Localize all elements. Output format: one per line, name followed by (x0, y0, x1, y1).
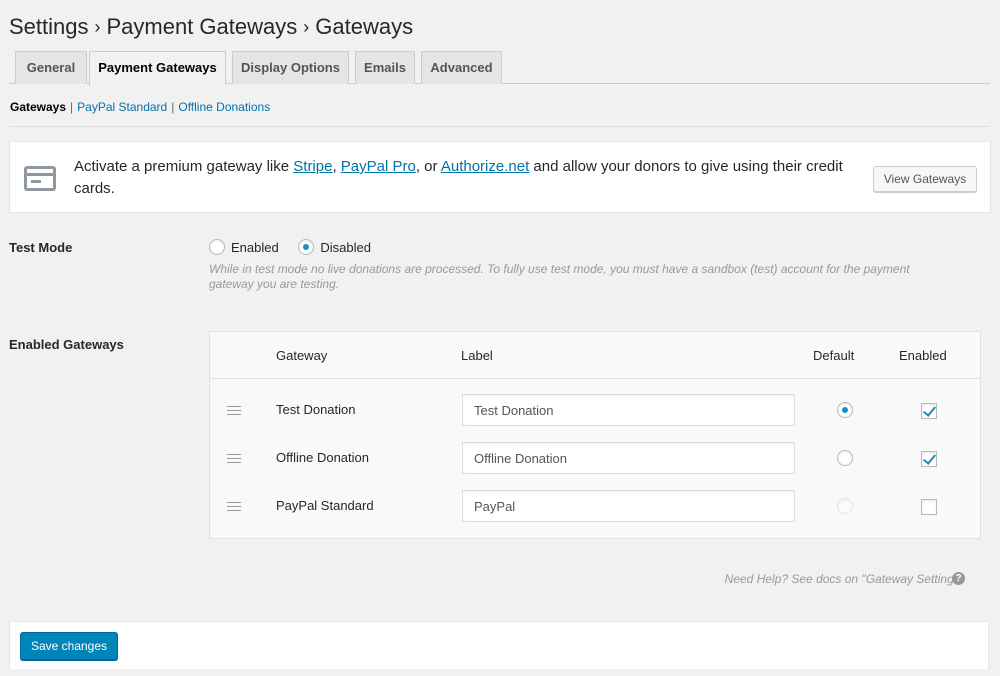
section-subnav: Gateways | PayPal Standard | Offline Donatio… (10, 100, 270, 114)
test-mode-disabled-label: Disabled (320, 239, 371, 255)
authorize-net-link[interactable]: Authorize.net (441, 158, 529, 175)
stripe-link[interactable]: Stripe (293, 158, 332, 175)
save-changes-button[interactable]: Save changes (20, 632, 118, 660)
test-mode-options: Enabled Disabled (209, 239, 387, 258)
gateway-enabled-checkbox[interactable] (921, 499, 937, 515)
settings-tabs: General Payment Gateways Display Options… (9, 51, 990, 85)
test-mode-description: While in test mode no live donations are… (209, 262, 910, 291)
drag-handle-icon[interactable] (227, 406, 241, 415)
breadcrumb-settings: Settings (9, 14, 89, 39)
subnav-offline-donations[interactable]: Offline Donations (178, 100, 270, 114)
test-mode-disabled-option[interactable]: Disabled (298, 239, 371, 255)
enabled-gateways-label: Enabled Gateways (9, 337, 124, 352)
column-default: Default (813, 348, 855, 363)
test-mode-disabled-radio[interactable] (298, 239, 315, 255)
table-row: PayPal Standard (210, 482, 980, 530)
gateway-enabled-checkbox[interactable] (921, 451, 937, 467)
gateway-label-input[interactable] (462, 442, 795, 474)
drag-handle-icon[interactable] (227, 454, 241, 463)
notice-text-part: Activate a premium gateway like (74, 158, 294, 175)
test-mode-enabled-option[interactable]: Enabled (209, 239, 279, 255)
drag-handle-icon[interactable] (227, 502, 241, 511)
breadcrumb-payment-gateways: Payment Gateways (106, 14, 298, 39)
page-title: Settings › Payment Gateways › Gateways (9, 14, 413, 40)
notice-text-part: , (332, 158, 341, 175)
tab-emails[interactable]: Emails (355, 51, 415, 84)
table-row: Offline Donation (210, 434, 980, 482)
breadcrumb-gateways: Gateways (315, 14, 414, 39)
default-gateway-radio[interactable] (837, 450, 853, 466)
breadcrumb-separator: › (94, 17, 101, 37)
subnav-gateways[interactable]: Gateways (10, 100, 66, 114)
gateway-name: Test Donation (276, 402, 356, 417)
test-mode-enabled-label: Enabled (231, 239, 279, 255)
notice-text: Activate a premium gateway like Stripe , … (74, 156, 864, 200)
subnav-separator: | (171, 100, 175, 114)
notice-text-part: , or (415, 158, 441, 175)
tab-general[interactable]: General (15, 51, 87, 84)
gateway-name: PayPal Standard (276, 498, 374, 513)
paypal-pro-link[interactable]: PayPal Pro (341, 158, 416, 175)
column-gateway: Gateway (276, 348, 328, 363)
gateway-enabled-checkbox[interactable] (921, 403, 937, 419)
tab-display-options[interactable]: Display Options (232, 51, 349, 84)
subnav-paypal-standard[interactable]: PayPal Standard (77, 100, 167, 114)
help-text[interactable]: Need Help? See docs on "Gateway Settings… (725, 572, 964, 586)
gateways-table: Gateway Label Default Enabled Test Donat… (209, 331, 981, 539)
gateways-table-header: Gateway Label Default Enabled (210, 332, 980, 379)
view-gateways-button[interactable]: View Gateways (873, 166, 977, 192)
breadcrumb-separator: › (303, 17, 310, 37)
tab-payment-gateways[interactable]: Payment Gateways (89, 51, 226, 85)
tab-advanced[interactable]: Advanced (421, 51, 502, 84)
column-label: Label (461, 348, 493, 363)
gateway-name: Offline Donation (276, 450, 369, 465)
default-gateway-radio[interactable] (837, 402, 853, 418)
gateway-label-input[interactable] (462, 490, 795, 522)
premium-gateway-notice: Activate a premium gateway like Stripe , … (9, 141, 991, 213)
test-mode-enabled-radio[interactable] (209, 239, 225, 255)
help-icon[interactable]: ? (952, 572, 965, 585)
subnav-separator: | (70, 100, 74, 114)
gateway-label-input[interactable] (462, 394, 795, 426)
credit-card-icon (24, 166, 56, 191)
section-divider (9, 126, 990, 127)
table-row: Test Donation (210, 386, 980, 434)
column-enabled: Enabled (899, 348, 947, 363)
test-mode-label: Test Mode (9, 240, 73, 255)
default-gateway-radio (837, 498, 853, 514)
footer-bar: Save changes (9, 621, 989, 669)
